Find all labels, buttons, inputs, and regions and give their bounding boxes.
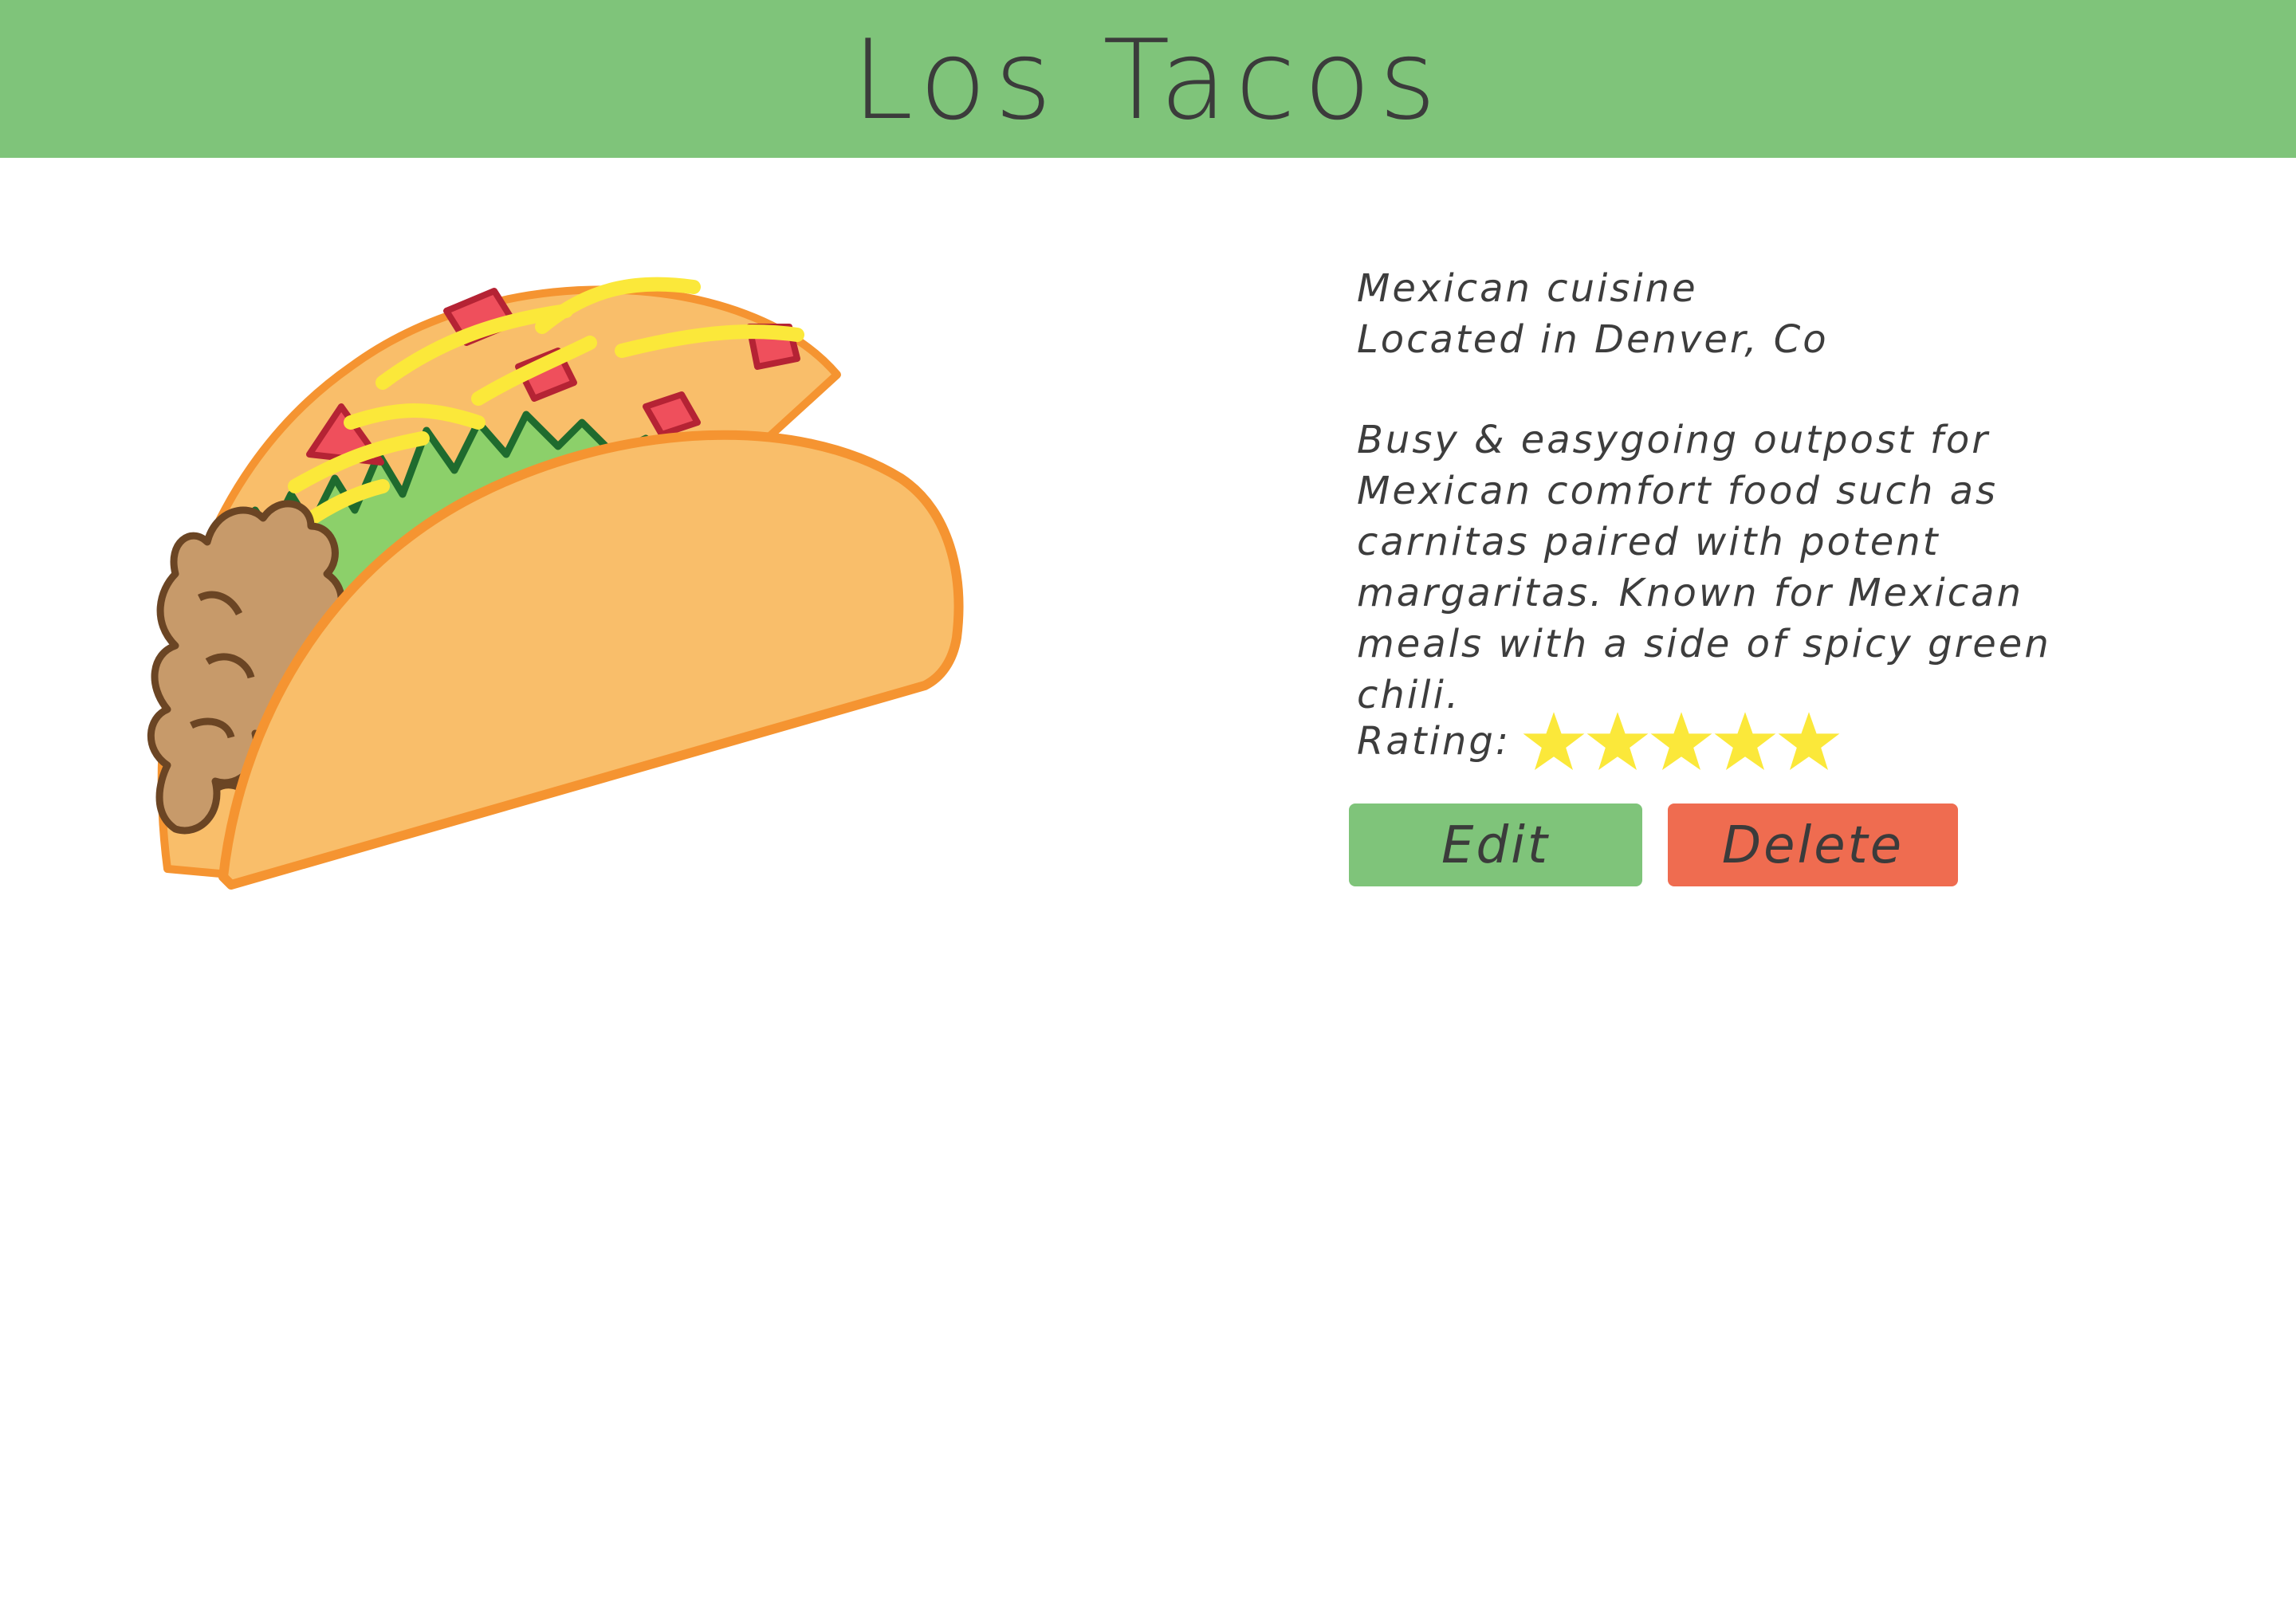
star-icon — [1714, 712, 1776, 770]
rating-label: Rating: — [1357, 719, 1511, 764]
rating-row: Rating: — [1357, 701, 1841, 781]
page-header: Los Tacos — [0, 0, 2296, 158]
edit-button[interactable]: Edit — [1349, 804, 1642, 886]
description-text: Busy & easygoing outpost for Mexican com… — [1357, 418, 2051, 717]
star-icon — [1650, 712, 1712, 770]
star-icon — [1523, 712, 1585, 770]
taco-icon — [147, 277, 964, 890]
cuisine-text: Mexican cuisine — [1357, 266, 1698, 311]
location-text: Located in Denver, Co — [1357, 317, 1829, 362]
star-icon — [1778, 712, 1840, 770]
rating-stars — [1522, 709, 1841, 773]
restaurant-info: Mexican cuisine Located in Denver, Co — [1357, 263, 2186, 365]
page-title: Los Tacos — [851, 16, 1445, 144]
star-icon — [1586, 712, 1649, 770]
delete-button[interactable]: Delete — [1668, 804, 1958, 886]
